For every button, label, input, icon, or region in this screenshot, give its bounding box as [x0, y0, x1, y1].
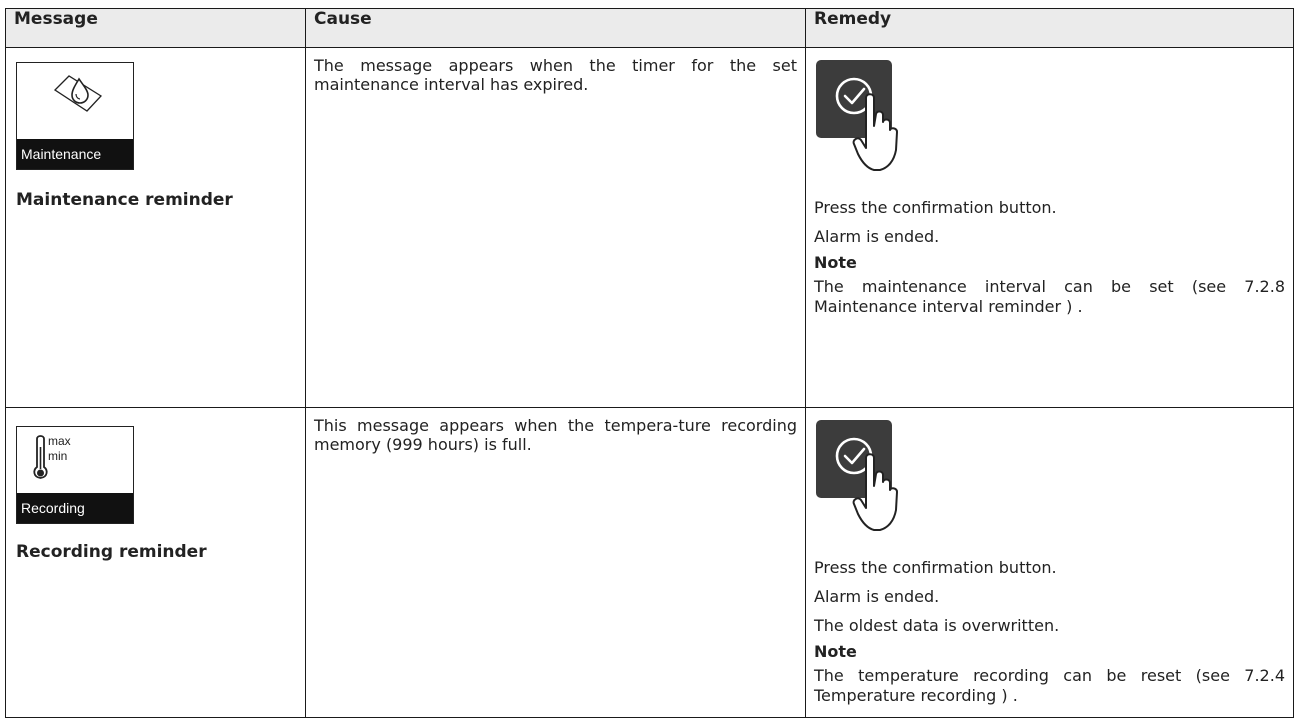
confirmation-button-illustration	[814, 418, 914, 538]
remedy-line: Alarm is ended.	[814, 587, 940, 606]
display-label: Recording	[17, 493, 133, 523]
table-header-row: Message Cause Remedy	[5, 8, 1294, 48]
cause-text: The message appears when the timer for t…	[314, 56, 797, 94]
note-text: The maintenance interval can be set (see…	[814, 277, 1285, 316]
remedy-line: The oldest data is overwritten.	[814, 616, 1060, 635]
cause-cell: The message appears when the timer for t…	[305, 47, 806, 408]
table-row: Maintenance Maintenance reminder The mes…	[5, 47, 1294, 408]
table-row: max min Recording Recording reminder Thi…	[5, 407, 1294, 718]
recording-display-icon: max min Recording	[16, 426, 134, 524]
message-cell: Maintenance Maintenance reminder	[5, 47, 306, 408]
note-heading: Note	[814, 253, 857, 272]
cause-text: This message appears when the tempera-tu…	[314, 416, 797, 454]
remedy-cell: Press the confirmation button. Alarm is …	[805, 47, 1294, 408]
confirmation-button-illustration	[814, 58, 914, 178]
header-cause: Cause	[305, 8, 806, 48]
remedy-line: Press the confirmation button.	[814, 558, 1057, 577]
message-name: Maintenance reminder	[16, 190, 233, 210]
icon-max-text: max	[48, 434, 71, 448]
confirm-press-icon	[816, 420, 898, 531]
header-message: Message	[5, 8, 306, 48]
icon-min-text: min	[48, 449, 67, 463]
header-remedy: Remedy	[805, 8, 1294, 48]
remedy-line: Press the confirmation button.	[814, 198, 1057, 217]
maintenance-display-icon: Maintenance	[16, 62, 134, 170]
remedy-line: Alarm is ended.	[814, 227, 940, 246]
maintenance-drop-icon	[53, 75, 103, 112]
messages-table: Message Cause Remedy Maintenance Mainten…	[5, 8, 1294, 718]
confirm-press-icon	[816, 60, 898, 171]
display-label: Maintenance	[17, 139, 133, 169]
thermometer-icon: max min	[33, 434, 71, 479]
note-heading: Note	[814, 642, 857, 661]
message-name: Recording reminder	[16, 542, 207, 562]
note-text: The temperature recording can be reset (…	[814, 666, 1285, 705]
remedy-cell: Press the confirmation button. Alarm is …	[805, 407, 1294, 718]
message-cell: max min Recording Recording reminder	[5, 407, 306, 718]
cause-cell: This message appears when the tempera-tu…	[305, 407, 806, 718]
